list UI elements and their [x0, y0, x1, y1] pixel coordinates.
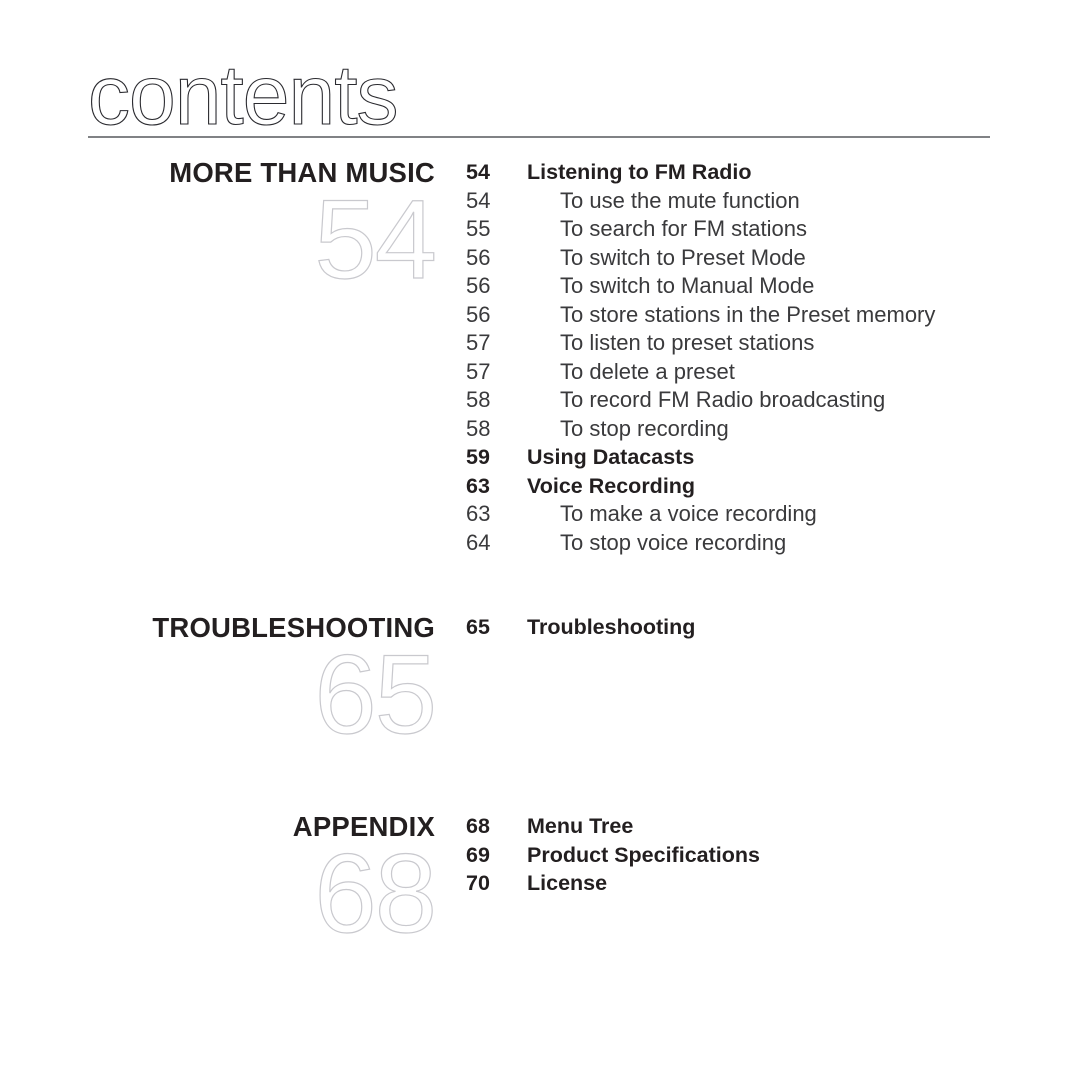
toc-entry-label: To store stations in the Preset memory: [560, 301, 936, 327]
toc-entry-page: 63: [466, 501, 491, 526]
toc-entry[interactable]: 56 To store stations in the Preset memory: [466, 301, 1066, 330]
toc-entry-page: 58: [466, 415, 491, 441]
toc-entry[interactable]: 59 Using Datacasts: [466, 443, 1066, 472]
toc-entry-label: To switch to Preset Mode: [560, 244, 806, 270]
toc-entry-label: Listening to FM Radio: [527, 160, 752, 184]
toc-entry-page: 56: [466, 301, 491, 327]
toc-entry-page: 68: [466, 814, 490, 838]
toc-entry-page: 69: [466, 842, 490, 867]
toc-entry[interactable]: 57 To listen to preset stations: [466, 329, 1066, 358]
section-heading-group: MORE THAN MUSIC 54: [0, 158, 438, 302]
section-entry-list: 68 Menu Tree 69 Product Specifications 70 Lic…: [466, 812, 1066, 898]
toc-entry-label: To delete a preset: [560, 358, 735, 384]
toc-entry[interactable]: 55 To search for FM stations: [466, 215, 1066, 244]
table-of-contents: MORE THAN MUSIC 54 54 Listening to FM Radio…: [0, 0, 1080, 1080]
toc-entry-page: 58: [466, 387, 491, 412]
toc-entry-label: To record FM Radio broadcasting: [560, 387, 886, 412]
section-page-number-troubleshooting: 65: [314, 632, 438, 757]
toc-entry[interactable]: 68 Menu Tree: [466, 812, 1066, 841]
toc-entry[interactable]: 65 Troubleshooting: [466, 613, 1066, 642]
toc-entry[interactable]: 56 To switch to Manual Mode: [466, 272, 1066, 301]
toc-entry[interactable]: 54 Listening to FM Radio: [466, 158, 1066, 187]
toc-entry-label: To stop recording: [560, 415, 729, 441]
toc-entry[interactable]: 56 To switch to Preset Mode: [466, 244, 1066, 273]
toc-entry-label: To make a voice recording: [560, 501, 817, 526]
toc-entry-page: 55: [466, 216, 491, 241]
toc-entry-label: To switch to Manual Mode: [560, 273, 815, 298]
toc-entry-page: 64: [466, 529, 491, 555]
section-heading-group: TROUBLESHOOTING 65: [0, 613, 438, 757]
toc-entry-label: To search for FM stations: [560, 216, 807, 241]
toc-entry-label: License: [527, 871, 608, 895]
toc-entry-page: 59: [466, 445, 490, 469]
toc-entry-page: 70: [466, 871, 490, 895]
toc-entry[interactable]: 64 To stop voice recording: [466, 529, 1066, 558]
toc-entry-page: 57: [466, 358, 491, 384]
toc-entry-page: 57: [466, 330, 491, 355]
toc-entry[interactable]: 58 To record FM Radio broadcasting: [466, 386, 1066, 415]
toc-entry-label: Voice Recording: [527, 473, 696, 498]
toc-entry-page: 56: [466, 244, 491, 270]
toc-entry[interactable]: 63 Voice Recording: [466, 472, 1066, 501]
section-entry-list: 54 Listening to FM Radio 54 To use the mute…: [466, 158, 1066, 557]
toc-entry-page: 56: [466, 273, 491, 298]
toc-entry[interactable]: 57 To delete a preset: [466, 358, 1066, 387]
section-entry-list: 65 Troubleshooting: [466, 613, 1066, 642]
toc-entry[interactable]: 63 To make a voice recording: [466, 500, 1066, 529]
toc-entry[interactable]: 69 Product Specifications: [466, 841, 1066, 870]
toc-entry-page: 54: [466, 160, 490, 184]
section-page-number-appendix: 68: [314, 831, 438, 956]
toc-entry[interactable]: 58 To stop recording: [466, 415, 1066, 444]
toc-entry-label: Product Specifications: [527, 842, 760, 867]
section-heading-group: APPENDIX 68: [0, 812, 438, 956]
toc-entry-page: 54: [466, 187, 491, 213]
toc-entry-label: Using Datacasts: [527, 445, 695, 469]
toc-entry-label: To listen to preset stations: [560, 330, 815, 355]
toc-entry-label: Menu Tree: [527, 814, 634, 838]
toc-entry-page: 65: [466, 615, 490, 639]
toc-entry[interactable]: 54 To use the mute function: [466, 187, 1066, 216]
toc-entry-page: 63: [466, 473, 490, 498]
section-page-number-more-than-music: 54: [314, 177, 438, 302]
toc-entry-label: To stop voice recording: [560, 529, 787, 555]
toc-entry-label: Troubleshooting: [527, 615, 696, 639]
toc-entry[interactable]: 70 License: [466, 869, 1066, 898]
toc-entry-label: To use the mute function: [560, 187, 800, 213]
